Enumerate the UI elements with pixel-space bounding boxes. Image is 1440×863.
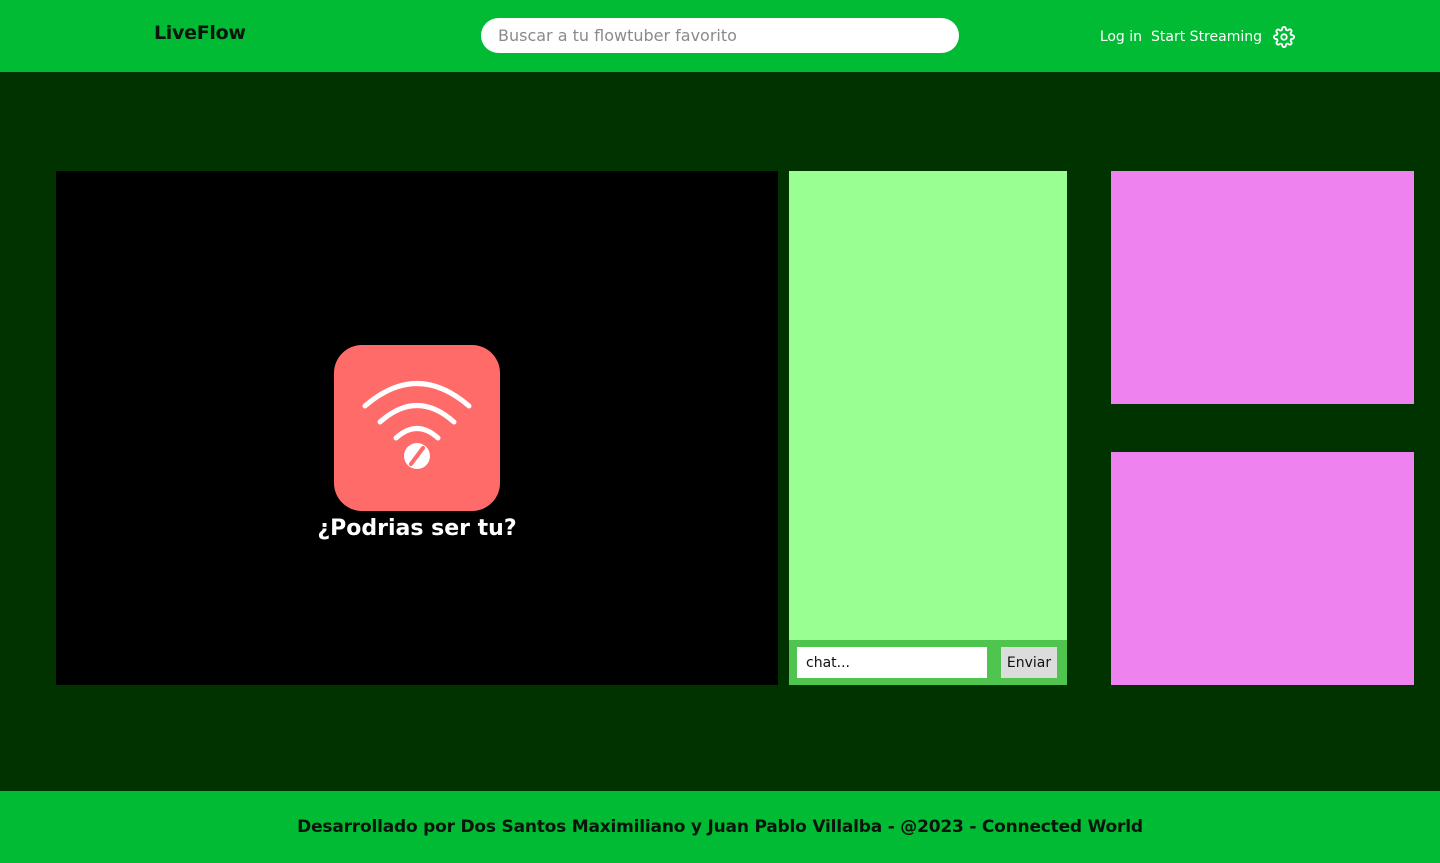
gear-icon[interactable] — [1273, 26, 1295, 48]
chat-panel: Enviar — [789, 171, 1067, 685]
start-streaming-link[interactable]: Start Streaming — [1151, 28, 1262, 46]
page-footer: Desarrollado por Dos Santos Maximiliano … — [0, 791, 1440, 863]
chat-input-bar: Enviar — [789, 640, 1067, 685]
login-link[interactable]: Log in — [1100, 28, 1142, 46]
search-input[interactable] — [481, 18, 959, 53]
side-panel-bottom — [1111, 452, 1414, 685]
top-header: LiveFlow Log in Start Streaming — [0, 0, 1440, 72]
video-player[interactable]: ¿Podrias ser tu? — [56, 171, 778, 685]
wifi-off-icon — [334, 345, 500, 511]
send-button[interactable]: Enviar — [1001, 647, 1057, 678]
footer-credits: Desarrollado por Dos Santos Maximiliano … — [297, 817, 1143, 837]
side-panel-top — [1111, 171, 1414, 404]
chat-input[interactable] — [797, 647, 987, 678]
logo[interactable]: LiveFlow — [154, 22, 246, 44]
offline-message: ¿Podrias ser tu? — [317, 516, 517, 541]
header-nav: Log in Start Streaming — [1100, 26, 1295, 48]
